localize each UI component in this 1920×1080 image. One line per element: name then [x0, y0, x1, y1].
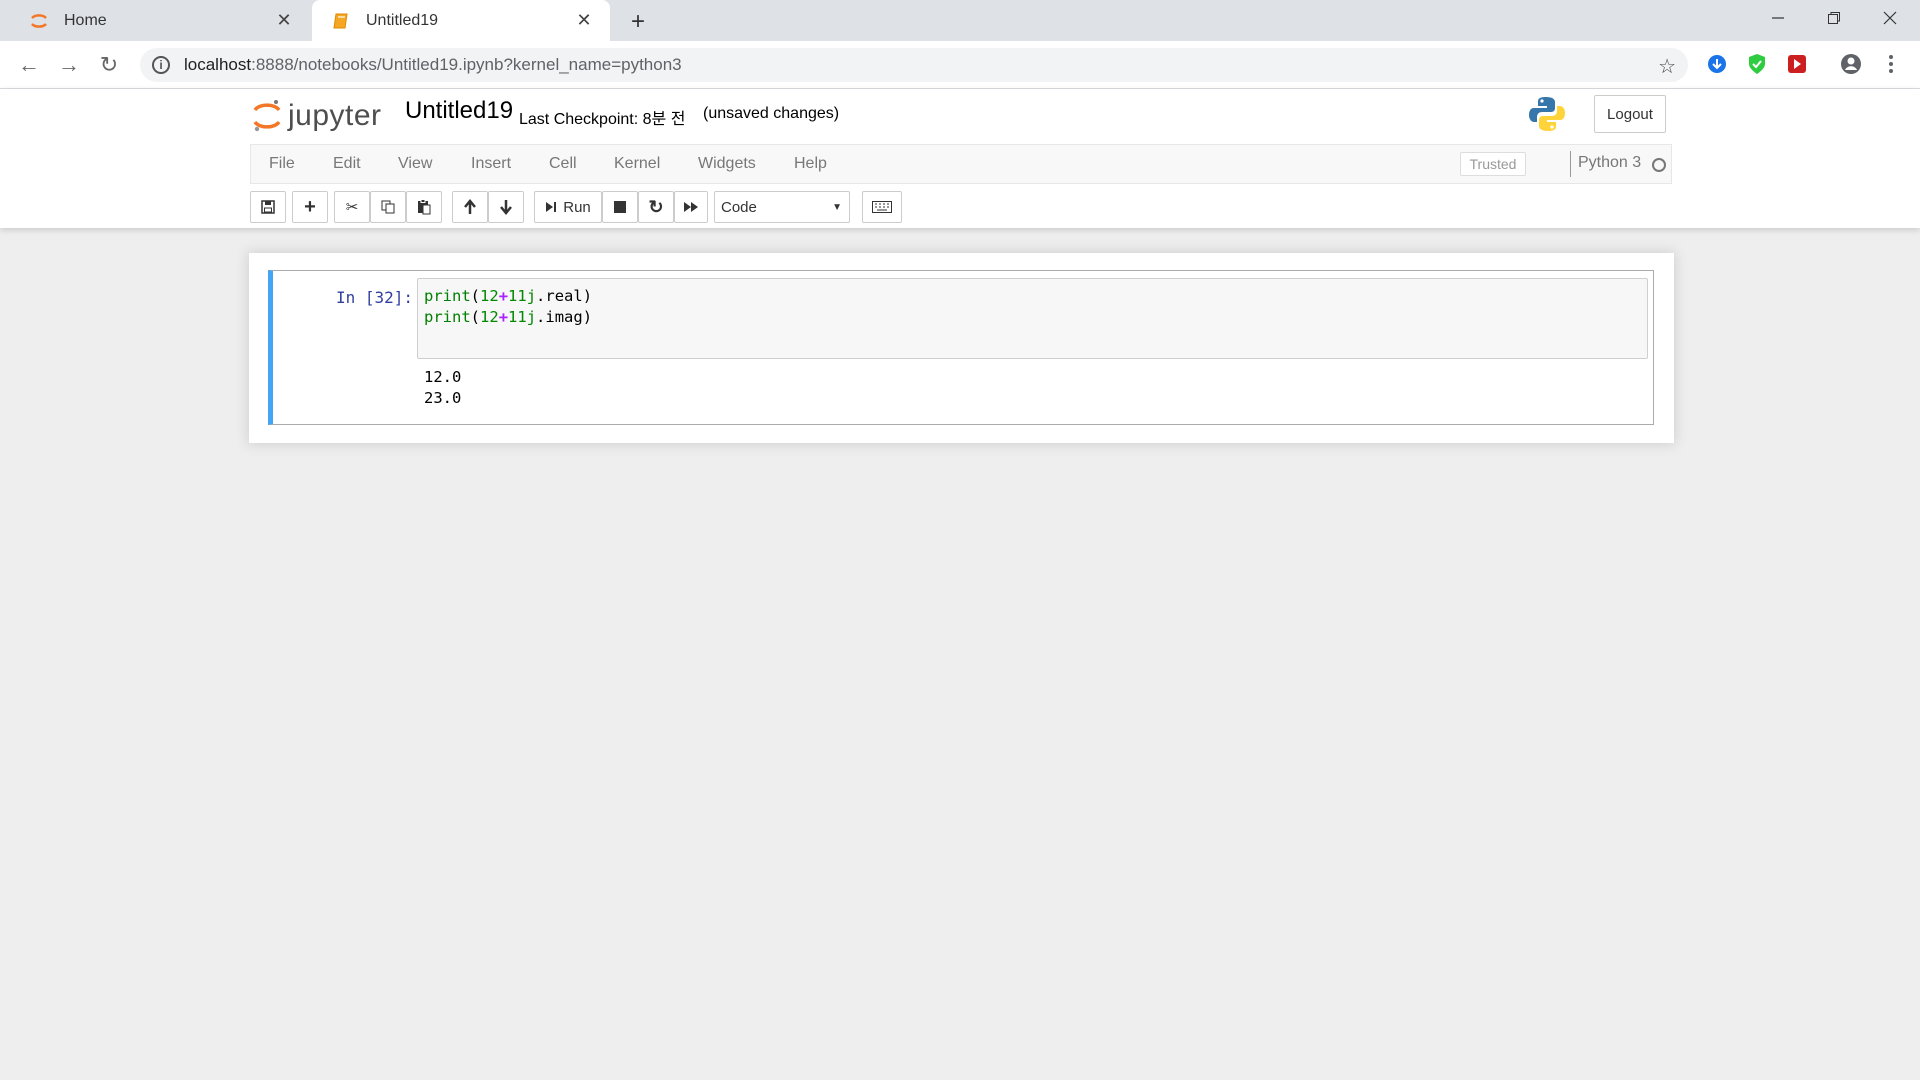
- download-extension-icon[interactable]: [1706, 53, 1728, 75]
- notebook-icon: [330, 10, 352, 32]
- notebook-name[interactable]: Untitled19: [405, 97, 513, 125]
- logo-wordmark: jupyter: [288, 99, 382, 132]
- minimize-icon[interactable]: [1750, 0, 1806, 36]
- run-label: Run: [563, 198, 591, 216]
- move-down-button[interactable]: [488, 191, 524, 223]
- kernel-idle-indicator-icon: [1652, 158, 1666, 172]
- code-line: print(12+11j.real): [424, 287, 593, 305]
- arrow-down-icon: [500, 200, 512, 215]
- output-line: 23.0: [424, 389, 462, 407]
- autosave-status: (unsaved changes): [703, 105, 840, 122]
- copy-button[interactable]: [370, 191, 406, 223]
- menu-widgets[interactable]: Widgets: [698, 144, 756, 184]
- address-bar[interactable]: i localhost:8888/notebooks/Untitled19.ip…: [140, 48, 1688, 82]
- restart-run-all-button[interactable]: [674, 191, 708, 223]
- back-icon[interactable]: ←: [14, 50, 44, 80]
- tab-label: Home: [64, 11, 107, 29]
- keyboard-icon: [872, 201, 892, 213]
- tab-label: Untitled19: [366, 11, 439, 29]
- shield-extension-icon[interactable]: [1746, 53, 1768, 75]
- paste-button[interactable]: [406, 191, 442, 223]
- interrupt-button[interactable]: [602, 191, 638, 223]
- menu-edit[interactable]: Edit: [333, 144, 361, 184]
- code-line: print(12+11j.imag): [424, 308, 593, 326]
- close-icon[interactable]: ✕: [272, 9, 296, 33]
- refresh-icon: ↻: [648, 196, 664, 217]
- output-line: 12.0: [424, 368, 462, 386]
- cut-button[interactable]: ✂: [334, 191, 370, 223]
- menu-kebab-icon[interactable]: [1880, 53, 1902, 75]
- save-button[interactable]: [250, 191, 286, 223]
- scissors-icon: ✂: [345, 199, 359, 216]
- insert-cell-button[interactable]: +: [292, 191, 328, 223]
- menu-help[interactable]: Help: [794, 144, 827, 184]
- close-icon[interactable]: ✕: [572, 9, 596, 33]
- fast-forward-icon: [684, 202, 698, 212]
- restore-icon[interactable]: [1806, 0, 1862, 36]
- kernel-name: Python 3: [1578, 154, 1642, 171]
- cell-type-select[interactable]: Code ▼: [714, 191, 850, 223]
- input-prompt: In [32]:: [336, 288, 414, 307]
- bookmark-star-icon[interactable]: ☆: [1658, 54, 1676, 79]
- menu-view[interactable]: View: [398, 144, 432, 184]
- checkpoint-status: Last Checkpoint: 8분 전: [519, 111, 686, 128]
- jupyter-logo-icon: [253, 100, 281, 132]
- new-tab-icon[interactable]: +: [624, 8, 652, 36]
- kernel-separator: [1570, 151, 1571, 177]
- arrow-up-icon: [464, 199, 476, 214]
- plus-icon: +: [304, 195, 316, 218]
- menubar: [250, 144, 1672, 184]
- reload-icon[interactable]: ↻: [94, 50, 124, 80]
- tab-untitled19[interactable]: Untitled19 ✕: [312, 0, 610, 41]
- command-palette-button[interactable]: [862, 191, 902, 223]
- trusted-badge[interactable]: Trusted: [1460, 152, 1526, 176]
- logout-button[interactable]: Logout: [1594, 95, 1666, 133]
- forward-icon[interactable]: →: [54, 50, 84, 80]
- cell-type-value: Code: [721, 198, 757, 216]
- url-text: localhost:8888/notebooks/Untitled19.ipyn…: [184, 55, 682, 74]
- move-up-button[interactable]: [452, 191, 488, 223]
- menu-kernel[interactable]: Kernel: [614, 144, 660, 184]
- profile-icon[interactable]: [1840, 53, 1862, 75]
- jupyter-logo[interactable]: jupyter: [252, 96, 382, 136]
- step-forward-icon: [546, 202, 557, 212]
- menu-insert[interactable]: Insert: [471, 144, 511, 184]
- code-input-area[interactable]: [417, 278, 1648, 359]
- save-icon: [261, 200, 275, 214]
- copy-icon: [381, 200, 395, 214]
- site-info-icon[interactable]: i: [152, 56, 170, 74]
- dropdown-arrow-icon: ▼: [832, 202, 842, 213]
- stop-icon: [614, 201, 626, 213]
- menu-cell[interactable]: Cell: [549, 144, 577, 184]
- close-window-icon[interactable]: [1862, 0, 1918, 36]
- python-logo-icon: [1528, 95, 1566, 133]
- jupyter-icon: [28, 10, 50, 32]
- paste-icon: [418, 199, 431, 215]
- run-button[interactable]: Run: [534, 191, 602, 223]
- tab-home[interactable]: Home ✕: [10, 0, 310, 41]
- media-extension-icon[interactable]: [1786, 53, 1808, 75]
- restart-button[interactable]: ↻: [638, 191, 674, 223]
- menu-file[interactable]: File: [269, 144, 295, 184]
